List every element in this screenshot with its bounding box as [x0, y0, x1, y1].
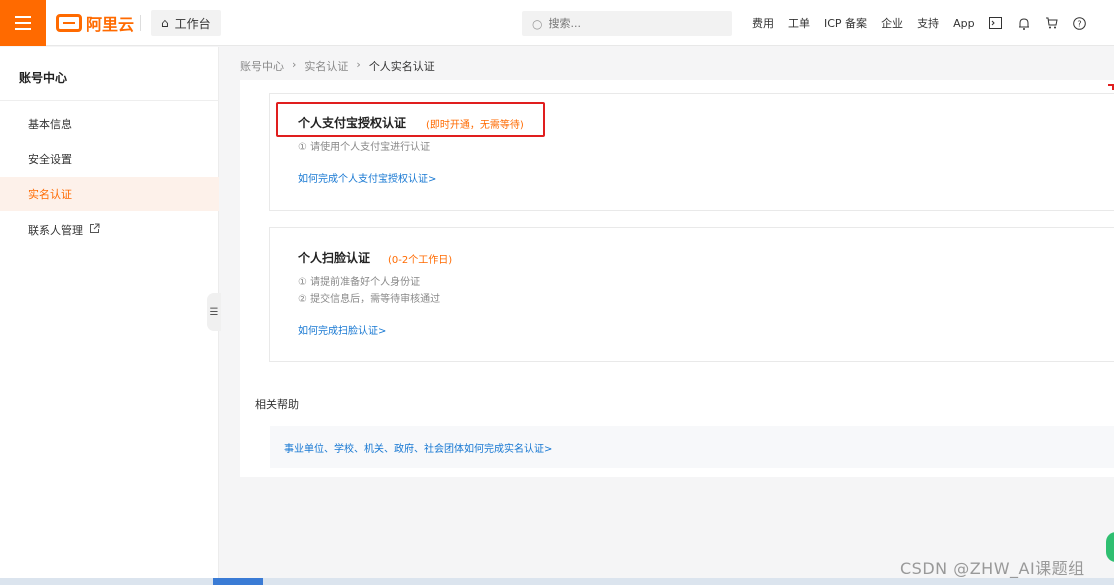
nav-support[interactable]: 支持 [917, 15, 939, 31]
card-step: ② 提交信息后，需等待审核通过 [298, 294, 441, 305]
sidebar-item-contacts[interactable]: 联系人管理 [0, 213, 219, 247]
card-step: ① 请提前准备好个人身份证 [298, 277, 421, 288]
sidebar-item-security[interactable]: 安全设置 [0, 142, 219, 176]
help-link[interactable]: 事业单位、学校、机关、政府、社会团体如何完成实名认证> [284, 440, 552, 455]
watermark: CSDN @ZHW_AI课题组 [900, 559, 1085, 578]
aliyun-logo-mark-icon [56, 14, 82, 32]
nav-app[interactable]: App [953, 17, 975, 30]
aliyun-logo[interactable]: 阿里云 [56, 12, 134, 34]
logo-text: 阿里云 [86, 15, 135, 34]
breadcrumb-separator-icon: › [292, 58, 297, 71]
breadcrumb-item-current: 个人实名认证 [368, 60, 435, 73]
sidebar-item-label: 基本信息 [28, 118, 72, 131]
bell-icon[interactable] [1017, 16, 1031, 30]
nav-fees[interactable]: 费用 [752, 15, 774, 31]
terminal-icon[interactable] [989, 16, 1003, 30]
sidebar-divider [0, 100, 219, 101]
top-nav-links: 费用 工单 ICP 备案 企业 支持 App ? [752, 0, 1087, 46]
breadcrumb-separator-icon: › [356, 58, 361, 71]
corner-marker [1108, 84, 1114, 90]
workbench-button[interactable]: ⌂ 工作台 [151, 10, 221, 36]
cart-icon[interactable] [1045, 16, 1059, 30]
sidebar-item-label: 实名认证 [28, 188, 72, 201]
nav-icp[interactable]: ICP 备案 [824, 15, 867, 31]
face-scan-help-link[interactable]: 如何完成扫脸认证> [298, 322, 386, 337]
external-link-icon [89, 223, 100, 237]
search-box[interactable]: ○ [522, 11, 732, 36]
card-title: 个人扫脸认证 [298, 251, 371, 265]
breadcrumb-item-account[interactable]: 账号中心 [240, 58, 284, 74]
sidebar-item-label: 安全设置 [28, 153, 72, 166]
taskbar-active-item[interactable] [213, 578, 263, 585]
help-icon[interactable]: ? [1073, 16, 1087, 30]
sidebar-item-real-name[interactable]: 实名认证 [0, 177, 219, 211]
workbench-label: 工作台 [174, 16, 211, 31]
floating-assistant-icon[interactable] [1106, 532, 1114, 562]
search-icon: ○ [532, 16, 543, 31]
card-tag: (0-2个工作日) [388, 255, 453, 266]
main-content: 个人支付宝授权认证 (即时开通，无需等待) ① 请使用个人支付宝进行认证 如何完… [240, 80, 1114, 477]
help-section-title: 相关帮助 [255, 398, 299, 411]
sidebar-collapse-icon[interactable]: ☰ [207, 293, 221, 331]
search-input[interactable] [548, 17, 709, 30]
top-navigation-bar: 阿里云 ⌂ 工作台 ○ 费用 工单 ICP 备案 企业 支持 App ? [0, 0, 1114, 46]
nav-enterprise[interactable]: 企业 [881, 15, 903, 31]
alipay-help-link[interactable]: 如何完成个人支付宝授权认证> [298, 170, 436, 185]
taskbar [0, 578, 1114, 585]
breadcrumb-item-real-name[interactable]: 实名认证 [304, 58, 348, 74]
breadcrumb: 账号中心 › 实名认证 › 个人实名认证 [240, 58, 435, 74]
sidebar-title: 账号中心 [19, 71, 68, 85]
card-step: ① 请使用个人支付宝进行认证 [298, 142, 431, 153]
nav-tickets[interactable]: 工单 [788, 15, 810, 31]
logo-divider [140, 15, 141, 31]
sidebar-item-label: 联系人管理 [28, 224, 83, 237]
svg-text:?: ? [1077, 19, 1081, 28]
face-scan-card[interactable]: 个人扫脸认证 (0-2个工作日) ① 请提前准备好个人身份证 ② 提交信息后，需… [269, 227, 1114, 362]
sidebar-item-basic-info[interactable]: 基本信息 [0, 107, 219, 141]
highlight-box [276, 102, 545, 137]
sidebar: 账号中心 基本信息 安全设置 实名认证 联系人管理 [0, 47, 219, 585]
home-icon: ⌂ [161, 16, 169, 30]
hamburger-menu-icon[interactable] [0, 0, 46, 46]
help-box: 事业单位、学校、机关、政府、社会团体如何完成实名认证> [270, 426, 1114, 468]
